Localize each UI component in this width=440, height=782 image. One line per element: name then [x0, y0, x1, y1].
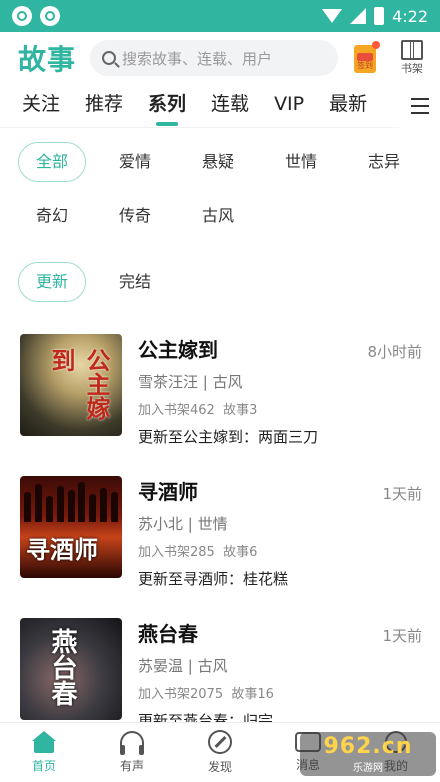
latest-update: 更新至公主嫁到：两面三刀	[138, 428, 319, 446]
status-time: 4:22	[392, 6, 428, 26]
latest-update: 更新至寻酒师：桂花糕	[138, 570, 289, 588]
category-tabs: 关注 推荐 系列 连载 VIP 最新	[0, 84, 440, 128]
compass-icon	[208, 730, 232, 754]
book-list: 公主嫁到 公主嫁到 8小时前 雪茶汪汪 | 古风 加入书架462 故事3 更新至…	[0, 334, 440, 760]
bookshelf-button[interactable]: 书架	[394, 40, 430, 76]
book-icon	[400, 40, 424, 60]
list-item[interactable]: 公主嫁到 公主嫁到 8小时前 雪茶汪汪 | 古风 加入书架462 故事3 更新至…	[0, 334, 440, 476]
filter-all[interactable]: 全部	[18, 142, 86, 182]
signal-icon	[350, 8, 367, 24]
watermark-logo: 962.cn	[323, 734, 413, 759]
tab-follow[interactable]: 关注	[22, 84, 60, 128]
genre-label: 世情	[197, 515, 228, 533]
author-name: 苏晏温	[138, 657, 184, 675]
book-stats: 加入书架2075 故事16	[138, 683, 422, 702]
author-genre: 苏晏温 | 古风	[138, 657, 228, 675]
filter-romance[interactable]: 爱情	[101, 142, 169, 182]
book-title: 寻酒师	[138, 480, 198, 504]
nav-label: 发现	[207, 760, 232, 774]
filter-legend[interactable]: 传奇	[101, 196, 169, 236]
book-cover: 公主嫁到	[20, 334, 122, 436]
list-item[interactable]: 寻酒师 寻酒师 1天前 苏小北 | 世情 加入书架285 故事6 更新至寻酒师：…	[0, 476, 440, 618]
filter-completed[interactable]: 完结	[101, 262, 169, 302]
watermark-text: 乐游网	[353, 763, 383, 774]
tab-series[interactable]: 系列	[148, 84, 186, 128]
notification-icon	[40, 6, 60, 26]
site-watermark: 962.cn 乐游网	[300, 732, 436, 776]
bookshelf-label: 书架	[401, 62, 423, 75]
update-time: 1天前	[382, 627, 422, 645]
update-time: 8小时前	[367, 343, 422, 361]
book-title: 燕台春	[138, 622, 198, 646]
red-envelope-icon: 签到	[354, 45, 376, 73]
book-cover: 寻酒师	[20, 476, 122, 578]
cover-title: 燕台春	[47, 628, 77, 706]
notification-icon	[12, 6, 32, 26]
tab-latest[interactable]: 最新	[329, 84, 367, 128]
filter-fantasy[interactable]: 奇幻	[18, 196, 86, 236]
bottles-illustration	[24, 482, 118, 522]
shelf-count: 加入书架285	[138, 545, 215, 560]
update-time: 1天前	[382, 485, 422, 503]
story-count: 故事3	[223, 403, 258, 418]
filter-panel: 全部 爱情 悬疑 世情 志异 奇幻 传奇 古风 更新 完结	[0, 128, 440, 302]
app-header: 故事 搜索故事、连载、用户 签到 书架	[0, 32, 440, 84]
search-placeholder: 搜索故事、连载、用户	[122, 49, 273, 68]
menu-icon[interactable]	[400, 84, 440, 128]
search-input[interactable]: 搜索故事、连载、用户	[90, 40, 338, 76]
filter-strange[interactable]: 志异	[350, 142, 418, 182]
shelf-count: 加入书架2075	[138, 687, 224, 702]
author-genre: 苏小北 | 世情	[138, 515, 228, 533]
genre-filter: 全部 爱情 悬疑 世情 志异 奇幻 传奇 古风	[18, 142, 440, 236]
book-cover: 燕台春	[20, 618, 122, 720]
cover-title: 寻酒师	[26, 535, 98, 564]
filter-worldly[interactable]: 世情	[267, 142, 335, 182]
notification-dot	[372, 41, 380, 49]
filter-ancient[interactable]: 古风	[184, 196, 252, 236]
book-stats: 加入书架462 故事3	[138, 399, 422, 418]
status-notification-icons	[12, 6, 60, 26]
shelf-count: 加入书架462	[138, 403, 215, 418]
cover-title: 公主嫁到	[47, 348, 111, 420]
headphone-icon	[120, 731, 144, 755]
story-count: 故事16	[231, 687, 274, 702]
nav-audio[interactable]: 有声	[88, 723, 176, 782]
genre-label: 古风	[212, 373, 243, 391]
tab-serial[interactable]: 连载	[211, 84, 249, 128]
wifi-icon	[322, 9, 343, 23]
author-name: 苏小北	[138, 515, 184, 533]
battery-icon	[374, 7, 385, 25]
app-logo[interactable]: 故事	[18, 38, 76, 78]
nav-label: 有声	[119, 759, 144, 773]
signin-label: 签到	[357, 61, 373, 70]
tab-recommend[interactable]: 推荐	[85, 84, 123, 128]
nav-home[interactable]: 首页	[0, 723, 88, 782]
genre-label: 古风	[197, 657, 228, 675]
book-title: 公主嫁到	[138, 338, 218, 362]
nav-label: 首页	[31, 759, 56, 773]
author-name: 雪茶汪汪	[138, 373, 199, 391]
book-stats: 加入书架285 故事6	[138, 541, 422, 560]
signin-button[interactable]: 签到	[352, 41, 380, 75]
author-genre: 雪茶汪汪 | 古风	[138, 373, 243, 391]
story-count: 故事6	[223, 545, 258, 560]
status-bar: 4:22	[0, 0, 440, 32]
search-icon	[102, 51, 117, 65]
filter-suspense[interactable]: 悬疑	[184, 142, 252, 182]
home-icon	[31, 731, 57, 753]
status-filter: 更新 完结	[18, 262, 440, 302]
filter-updating[interactable]: 更新	[18, 262, 86, 302]
nav-discover[interactable]: 发现	[176, 723, 264, 782]
tab-vip[interactable]: VIP	[274, 84, 304, 128]
